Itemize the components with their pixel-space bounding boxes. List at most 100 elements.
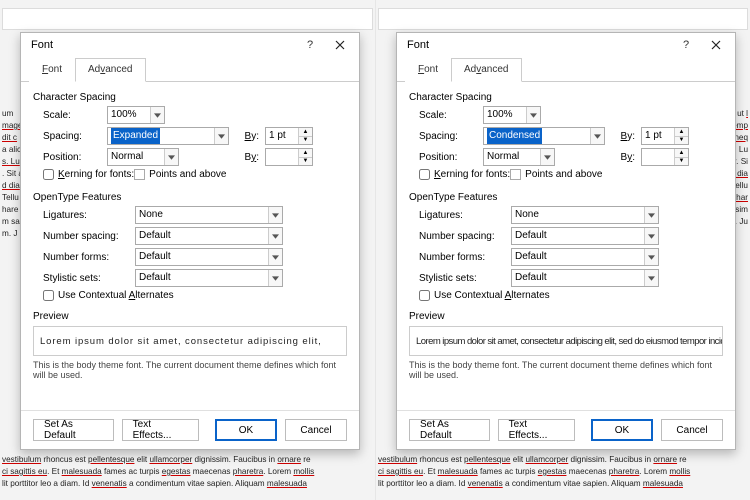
position-select[interactable]: Normal bbox=[107, 148, 179, 166]
chevron-down-icon bbox=[268, 270, 282, 286]
position-select[interactable]: Normal bbox=[483, 148, 555, 166]
group-character-spacing: Character Spacing bbox=[409, 92, 723, 103]
numspacing-select[interactable]: Default bbox=[511, 227, 659, 245]
help-button[interactable]: ? bbox=[295, 34, 325, 56]
chevron-down-icon bbox=[164, 149, 178, 165]
doc-text-bottom: vestibulum rhoncus est pellentesque elit… bbox=[0, 454, 375, 500]
sets-label: Stylistic sets: bbox=[419, 273, 511, 284]
text-effects-button[interactable]: Text Effects... bbox=[122, 419, 199, 441]
group-preview: Preview bbox=[33, 311, 347, 322]
numforms-select[interactable]: Default bbox=[511, 248, 659, 266]
preview-note: This is the body theme font. The current… bbox=[33, 360, 347, 380]
cancel-button[interactable]: Cancel bbox=[661, 419, 723, 441]
kerning-input[interactable] bbox=[510, 169, 521, 180]
position-by-input[interactable]: ▲▼ bbox=[641, 148, 689, 166]
pos-by-label: By: bbox=[615, 152, 635, 163]
spinner-icon[interactable]: ▲▼ bbox=[674, 128, 688, 144]
numforms-label: Number forms: bbox=[419, 252, 511, 263]
kerning-suffix: Points and above bbox=[525, 169, 602, 180]
spacing-by-input[interactable]: 1 pt ▲▼ bbox=[641, 127, 689, 145]
doc-page-top bbox=[378, 8, 748, 30]
numspacing-label: Number spacing: bbox=[419, 231, 511, 242]
close-button[interactable] bbox=[701, 34, 731, 56]
tab-advanced[interactable]: Advanced bbox=[75, 58, 145, 82]
ok-button[interactable]: OK bbox=[591, 419, 653, 441]
pos-by-label: By: bbox=[239, 152, 259, 163]
sets-select[interactable]: Default bbox=[135, 269, 283, 287]
chevron-down-icon bbox=[268, 228, 282, 244]
ligatures-label: Ligatures: bbox=[419, 210, 511, 221]
dialog-titlebar: Font ? bbox=[21, 33, 359, 57]
contextual-label: Use Contextual Alternates bbox=[58, 290, 174, 301]
scale-select[interactable]: 100% bbox=[483, 106, 541, 124]
spacing-label: Spacing: bbox=[419, 131, 483, 142]
close-button[interactable] bbox=[325, 34, 355, 56]
numforms-select[interactable]: Default bbox=[135, 248, 283, 266]
group-character-spacing: Character Spacing bbox=[33, 92, 347, 103]
chevron-down-icon bbox=[644, 207, 658, 223]
preview-box: Lorem ipsum dolor sit amet, consectetur … bbox=[33, 326, 347, 356]
set-default-button[interactable]: Set As Default bbox=[409, 419, 490, 441]
dialog-title: Font bbox=[407, 39, 671, 51]
preview-note: This is the body theme font. The current… bbox=[409, 360, 723, 380]
font-dialog: Font ? Font Advanced Character Spacing S… bbox=[20, 32, 360, 450]
sets-label: Stylistic sets: bbox=[43, 273, 135, 284]
sets-select[interactable]: Default bbox=[511, 269, 659, 287]
group-opentype: OpenType Features bbox=[409, 192, 723, 203]
tab-font[interactable]: Font bbox=[29, 58, 75, 82]
kerning-label: Kerning for fonts: bbox=[58, 169, 134, 180]
contextual-checkbox[interactable] bbox=[419, 290, 430, 301]
spacing-by-input[interactable]: 1 pt ▲▼ bbox=[265, 127, 313, 145]
chevron-down-icon bbox=[644, 249, 658, 265]
by-label: By: bbox=[615, 131, 635, 142]
spinner-icon[interactable]: ▲▼ bbox=[674, 149, 688, 165]
chevron-down-icon bbox=[540, 149, 554, 165]
kerning-checkbox[interactable] bbox=[419, 169, 430, 180]
set-default-button[interactable]: Set As Default bbox=[33, 419, 114, 441]
kerning-row: Kerning for fonts: Points and above bbox=[419, 169, 723, 180]
ok-button[interactable]: OK bbox=[215, 419, 277, 441]
chevron-down-icon bbox=[526, 107, 540, 123]
position-label: Position: bbox=[43, 152, 107, 163]
position-label: Position: bbox=[419, 152, 483, 163]
scale-select[interactable]: 100% bbox=[107, 106, 165, 124]
spacing-select[interactable]: Expanded bbox=[107, 127, 229, 145]
spinner-icon[interactable]: ▲▼ bbox=[298, 149, 312, 165]
ligatures-select[interactable]: None bbox=[511, 206, 659, 224]
cancel-button[interactable]: Cancel bbox=[285, 419, 347, 441]
numspacing-select[interactable]: Default bbox=[135, 227, 283, 245]
spacing-select[interactable]: Condensed bbox=[483, 127, 605, 145]
kerning-suffix: Points and above bbox=[149, 169, 226, 180]
ligatures-label: Ligatures: bbox=[43, 210, 135, 221]
numforms-label: Number forms: bbox=[43, 252, 135, 263]
spinner-icon[interactable]: ▲▼ bbox=[298, 128, 312, 144]
by-label: By: bbox=[239, 131, 259, 142]
kerning-input[interactable] bbox=[134, 169, 145, 180]
scale-label: Scale: bbox=[419, 110, 483, 121]
preview-box: Lorem ipsum dolor sit amet, consectetur … bbox=[409, 326, 723, 356]
chevron-down-icon bbox=[644, 270, 658, 286]
chevron-down-icon bbox=[214, 128, 228, 144]
contextual-checkbox[interactable] bbox=[43, 290, 54, 301]
kerning-checkbox[interactable] bbox=[43, 169, 54, 180]
contextual-label: Use Contextual Alternates bbox=[434, 290, 550, 301]
tab-font[interactable]: Font bbox=[405, 58, 451, 82]
chevron-down-icon bbox=[150, 107, 164, 123]
help-button[interactable]: ? bbox=[671, 34, 701, 56]
chevron-down-icon bbox=[268, 249, 282, 265]
chevron-down-icon bbox=[268, 207, 282, 223]
dialog-title: Font bbox=[31, 39, 295, 51]
group-opentype: OpenType Features bbox=[33, 192, 347, 203]
text-effects-button[interactable]: Text Effects... bbox=[498, 419, 575, 441]
group-preview: Preview bbox=[409, 311, 723, 322]
kerning-label: Kerning for fonts: bbox=[434, 169, 510, 180]
spacing-label: Spacing: bbox=[43, 131, 107, 142]
position-by-input[interactable]: ▲▼ bbox=[265, 148, 313, 166]
doc-text-bottom: vestibulum rhoncus est pellentesque elit… bbox=[376, 454, 750, 500]
chevron-down-icon bbox=[644, 228, 658, 244]
tab-advanced[interactable]: Advanced bbox=[451, 58, 521, 82]
dialog-titlebar: Font ? bbox=[397, 33, 735, 57]
close-icon bbox=[711, 40, 721, 50]
scale-label: Scale: bbox=[43, 110, 107, 121]
ligatures-select[interactable]: None bbox=[135, 206, 283, 224]
